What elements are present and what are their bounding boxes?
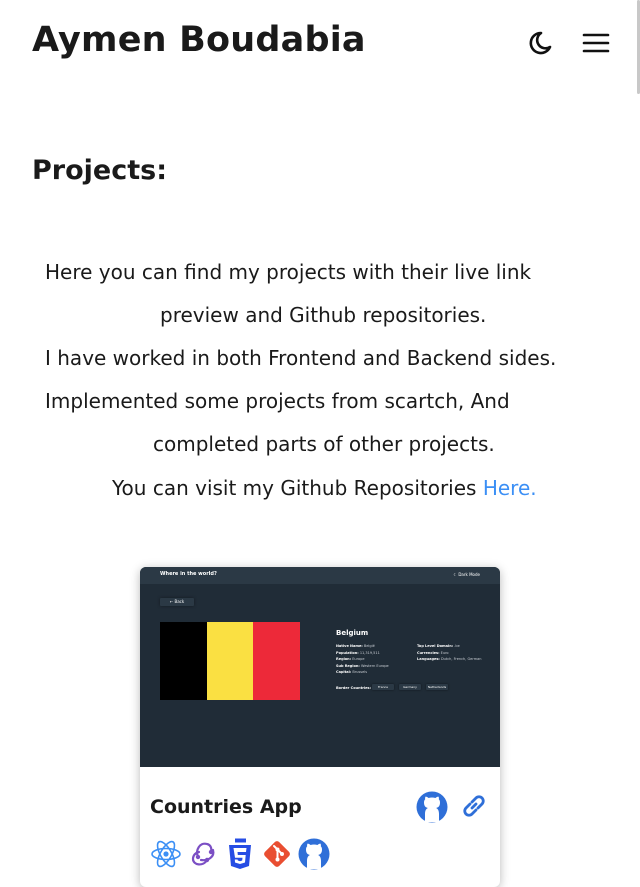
react-icon <box>151 840 181 868</box>
intro-line: Implemented some projects from scartch, … <box>45 389 510 413</box>
css3-icon <box>229 838 251 869</box>
belgium-flag <box>160 622 301 700</box>
flag-stripe-black <box>160 622 207 700</box>
preview-right-details: Top Level Domain: .be Currencies: Euro L… <box>417 643 497 663</box>
preview-border-chip: France <box>372 684 394 690</box>
intro-line: preview and Github repositories. <box>160 303 487 327</box>
theme-toggle-button[interactable] <box>526 29 554 57</box>
flag-stripe-yellow <box>206 622 254 700</box>
hamburger-menu-icon <box>582 33 610 53</box>
preview-navbar: Where in the world? ☾ Dark Mode <box>140 567 500 584</box>
projects-heading: Projects: <box>32 155 167 186</box>
moon-icon <box>529 31 552 55</box>
intro-line: Here you can find my projects with their… <box>45 260 532 284</box>
intro-line: completed parts of other projects. <box>153 432 495 456</box>
git-icon <box>264 841 290 867</box>
project-github-link[interactable] <box>416 791 448 823</box>
intro-line: I have worked in both Frontend and Backe… <box>45 346 557 370</box>
preview-mode-text: Dark Mode <box>458 572 480 577</box>
project-card: Where in the world? ☾ Dark Mode ← Back B… <box>140 567 500 887</box>
preview-border-chip: Germany <box>399 684 421 690</box>
preview-border-label: Border Countries: <box>336 686 372 690</box>
detail-row: Languages: Dutch, French, German <box>417 657 482 661</box>
project-preview-image[interactable]: Where in the world? ☾ Dark Mode ← Back B… <box>140 567 500 767</box>
menu-button[interactable] <box>582 29 610 57</box>
preview-back-button: ← Back <box>160 598 194 606</box>
flag-stripe-red <box>253 622 301 700</box>
github-visit-line: You can visit my Github Repositories Her… <box>112 476 537 500</box>
preview-border-chip: Netherlands <box>426 684 448 690</box>
site-title[interactable]: Aymen Boudabia <box>32 20 366 60</box>
preview-mode-label: ☾ Dark Mode <box>453 572 480 577</box>
github-repos-link[interactable]: Here. <box>483 476 537 500</box>
preview-left-details: Native Name: België Population: 11,319,5… <box>336 643 416 676</box>
preview-back-text: Back <box>174 599 185 604</box>
link-icon <box>463 795 485 817</box>
project-title: Countries App <box>150 796 302 818</box>
visit-text: You can visit my Github Repositories <box>112 476 483 500</box>
github-icon <box>416 791 448 823</box>
project-live-link[interactable] <box>459 791 489 821</box>
github-icon <box>298 838 330 870</box>
detail-row: Capital: Brussels <box>336 670 368 674</box>
redux-icon <box>191 842 215 866</box>
preview-app-title: Where in the world? <box>160 571 217 577</box>
site-header: Aymen Boudabia <box>0 0 640 94</box>
preview-country-name: Belgium <box>336 629 369 637</box>
